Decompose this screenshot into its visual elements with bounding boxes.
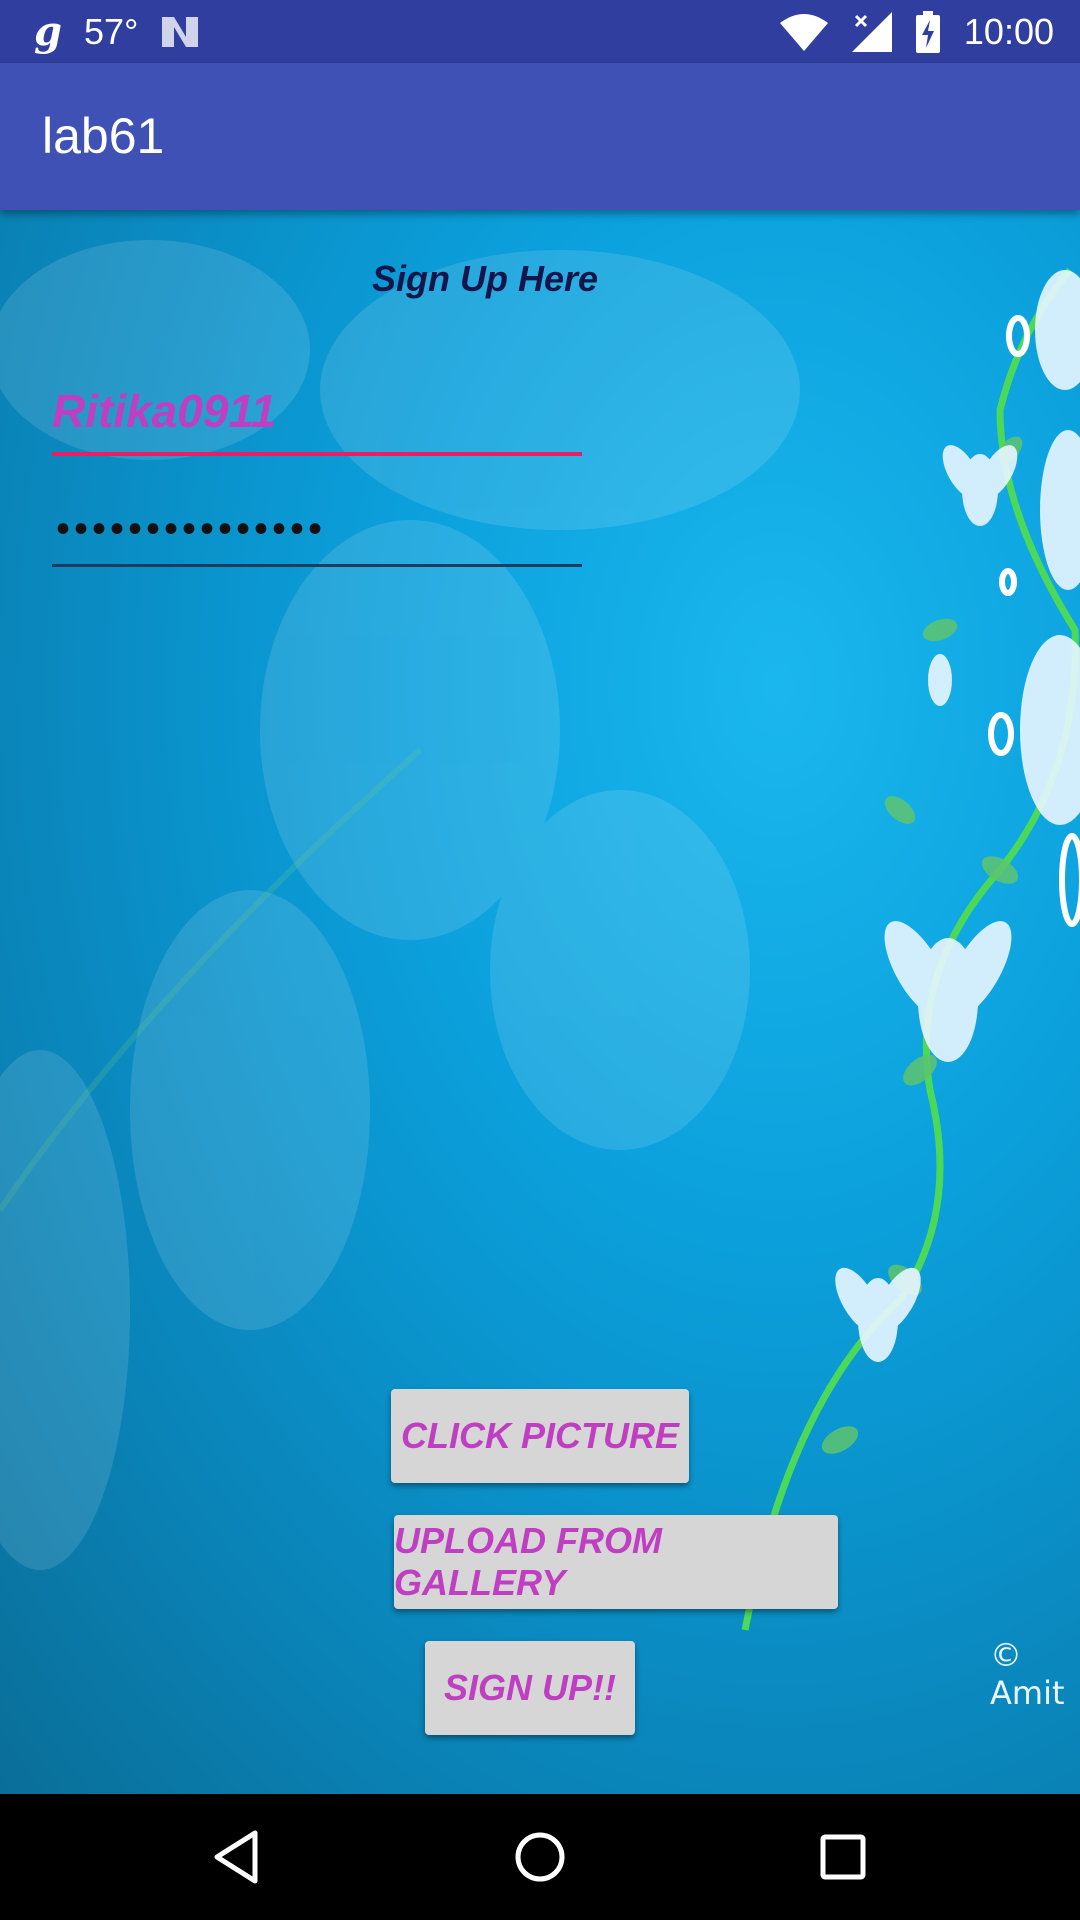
password-value: ••••••••••••••• <box>56 507 327 551</box>
recents-icon <box>820 1834 866 1880</box>
username-field[interactable]: Ritika0911 <box>52 360 582 456</box>
n-icon <box>162 16 199 47</box>
status-right: 10:00 <box>779 0 1054 63</box>
temperature-label: 57° <box>83 10 139 52</box>
signup-screen: Sign Up Here Ritika0911 ••••••••••••••• … <box>0 210 1080 1794</box>
watermark: © Amit <box>990 1636 1065 1712</box>
app-title: lab61 <box>42 108 165 164</box>
signup-heading: Sign Up Here <box>371 258 599 299</box>
back-button[interactable] <box>176 1794 296 1920</box>
signal-icon <box>851 11 892 52</box>
recents-button[interactable] <box>783 1794 903 1920</box>
status-left: g 57° <box>34 0 200 63</box>
home-icon <box>515 1832 565 1882</box>
upload-gallery-button[interactable]: UPLOAD FROM GALLERY <box>394 1515 838 1609</box>
sign-up-button[interactable]: SIGN UP!! <box>425 1641 635 1735</box>
app-bar: lab61 <box>0 63 1080 210</box>
clock: 10:00 <box>963 10 1054 52</box>
click-picture-button[interactable]: CLICK PICTURE <box>391 1389 689 1483</box>
back-icon <box>214 1830 258 1884</box>
password-field[interactable]: ••••••••••••••• <box>52 480 582 567</box>
navigation-bar <box>0 1794 1080 1920</box>
g-app-icon: g <box>34 8 62 55</box>
battery-charging-icon <box>915 10 940 53</box>
home-button[interactable] <box>480 1794 600 1920</box>
username-value: Ritika0911 <box>52 385 277 437</box>
wifi-icon <box>779 13 828 51</box>
status-bar: g 57° 10:00 <box>0 0 1080 63</box>
